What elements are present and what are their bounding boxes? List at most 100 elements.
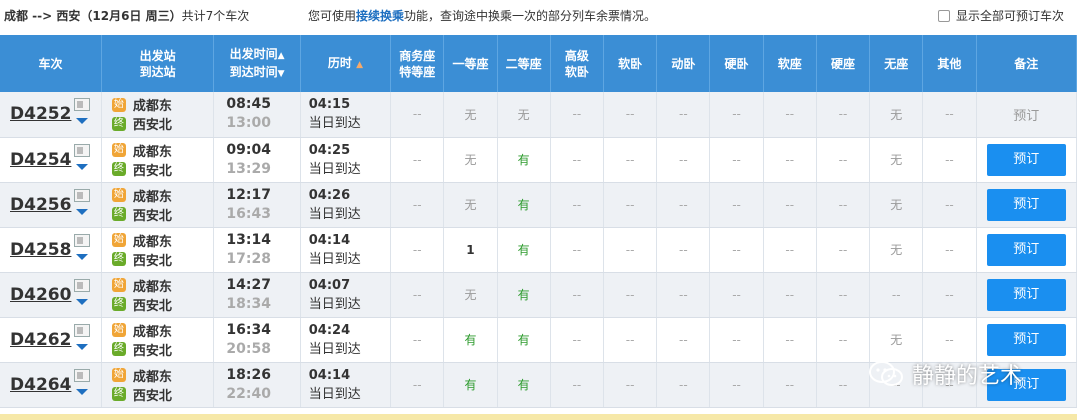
- seat-soft-sleeper: --: [603, 227, 658, 273]
- train-info-icon[interactable]: [74, 278, 90, 292]
- seat-hard-seat: --: [816, 227, 871, 273]
- duration-cell: 04:14 当日到达: [300, 227, 392, 273]
- table-row: D4260 始成都东 终西安北 14:27 18:34 04:07 当日到达 --…: [0, 272, 1077, 318]
- seat-first: 无: [443, 182, 498, 228]
- book-button[interactable]: 预订: [986, 323, 1066, 356]
- train-number-cell: D4264: [0, 362, 102, 408]
- depart-time: 16:34: [226, 321, 271, 338]
- book-button-disabled: 预订: [1013, 108, 1040, 124]
- train-number-cell: D4258: [0, 227, 102, 273]
- show-all-checkbox[interactable]: [938, 10, 950, 22]
- seat-business: --: [390, 137, 445, 183]
- sort-up-icon[interactable]: ▲: [278, 51, 285, 61]
- train-number-link[interactable]: D4258: [10, 240, 71, 260]
- expand-stops-icon[interactable]: [76, 388, 88, 395]
- seat-no-seat: 无: [869, 317, 924, 363]
- transfer-link[interactable]: 接续换乘: [356, 9, 404, 23]
- seat-hard-seat: --: [816, 137, 871, 183]
- seat-other: --: [922, 227, 977, 273]
- times-cell: 14:27 18:34: [213, 272, 301, 318]
- remarks-cell: 预订: [976, 92, 1077, 138]
- seat-other: --: [922, 317, 977, 363]
- train-number-link[interactable]: D4252: [10, 104, 71, 124]
- sort-down-icon[interactable]: ▼: [278, 69, 285, 79]
- seat-advanced-soft-sleeper: --: [550, 362, 605, 408]
- to-station: 西安北: [132, 208, 172, 224]
- seat-hard-seat: --: [816, 182, 871, 228]
- train-info-icon[interactable]: [74, 323, 90, 337]
- seat-other: --: [922, 272, 977, 318]
- seat-moving-sleeper: --: [656, 317, 711, 363]
- book-button[interactable]: 预订: [986, 233, 1066, 266]
- train-number-link[interactable]: D4264: [10, 375, 71, 395]
- book-button[interactable]: 预订: [986, 278, 1066, 311]
- duration: 04:14: [308, 367, 351, 383]
- col-duration[interactable]: 历时 ▲: [300, 35, 392, 92]
- train-info-icon[interactable]: [74, 143, 90, 157]
- train-number-link[interactable]: D4256: [10, 195, 71, 215]
- duration: 04:26: [308, 187, 351, 203]
- seat-hard-seat: --: [816, 272, 871, 318]
- duration-cell: 04:14 当日到达: [300, 362, 392, 408]
- table-row: D4256 始成都东 终西安北 12:17 16:43 04:26 当日到达 --…: [0, 182, 1077, 228]
- seat-first: 无: [443, 272, 498, 318]
- result-header: 成都 --> 西安（12月6日 周三）共计7个车次 您可使用接续换乘功能，查询途…: [0, 0, 1077, 34]
- times-cell: 09:04 13:29: [213, 137, 301, 183]
- expand-stops-icon[interactable]: [76, 298, 88, 305]
- to-station: 西安北: [132, 298, 172, 314]
- train-number-link[interactable]: D4260: [10, 285, 71, 305]
- seat-soft-sleeper: --: [603, 182, 658, 228]
- to-station: 西安北: [132, 163, 172, 179]
- seat-no-seat: 无: [869, 227, 924, 273]
- train-info-icon[interactable]: [74, 98, 90, 111]
- seat-business: --: [390, 92, 445, 138]
- show-all-toggle[interactable]: 显示全部可预订车次: [938, 7, 1064, 24]
- train-number-link[interactable]: D4254: [10, 150, 71, 170]
- seat-moving-sleeper: --: [656, 272, 711, 318]
- seat-business: --: [390, 227, 445, 273]
- arrival-day: 当日到达: [308, 251, 361, 267]
- seat-hard-seat: --: [816, 317, 871, 363]
- expand-stops-icon[interactable]: [76, 343, 88, 350]
- arrival-day: 当日到达: [308, 206, 361, 222]
- expand-stops-icon[interactable]: [76, 208, 88, 215]
- train-info-icon[interactable]: [74, 368, 90, 382]
- train-count: 共计7个车次: [181, 9, 250, 23]
- seat-other: --: [922, 137, 977, 183]
- train-info-icon[interactable]: [74, 233, 90, 247]
- stations-cell: 始成都东 终西安北: [101, 227, 215, 273]
- seat-moving-sleeper: --: [656, 182, 711, 228]
- end-station-icon: 终: [111, 297, 126, 311]
- arrival-day: 当日到达: [308, 161, 361, 177]
- expand-stops-icon[interactable]: [76, 253, 88, 260]
- depart-time: 08:45: [226, 96, 271, 113]
- sort-icon[interactable]: ▲: [356, 60, 363, 70]
- seat-first: 无: [443, 92, 498, 138]
- times-cell: 18:26 22:40: [213, 362, 301, 408]
- expand-stops-icon[interactable]: [76, 163, 88, 170]
- arrival-day: 当日到达: [308, 341, 361, 357]
- seat-advanced-soft-sleeper: --: [550, 92, 605, 138]
- col-hard-sleeper: 硬卧: [709, 35, 764, 92]
- from-station: 成都东: [132, 234, 172, 250]
- seat-soft-sleeper: --: [603, 92, 658, 138]
- arrival-day: 当日到达: [308, 386, 361, 402]
- seat-moving-sleeper: --: [656, 137, 711, 183]
- train-info-icon[interactable]: [74, 188, 90, 202]
- seat-hard-seat: --: [816, 362, 871, 408]
- route-text: 成都 --> 西安（12月6日 周三）: [4, 9, 182, 23]
- expand-stops-icon[interactable]: [76, 118, 88, 124]
- seat-soft-seat: --: [763, 362, 817, 408]
- start-station-icon: 始: [111, 323, 126, 337]
- col-remarks: 备注: [976, 35, 1077, 92]
- book-button[interactable]: 预订: [986, 188, 1066, 221]
- seat-second: 有: [497, 182, 551, 228]
- duration: 04:15: [308, 97, 351, 113]
- seat-hard-sleeper: --: [709, 272, 764, 318]
- train-number-link[interactable]: D4262: [10, 330, 71, 350]
- book-button[interactable]: 预订: [986, 143, 1066, 176]
- col-times[interactable]: 出发时间▲ 到达时间▼: [213, 35, 301, 92]
- train-number-cell: D4262: [0, 317, 102, 363]
- end-station-icon: 终: [111, 207, 126, 221]
- seat-soft-seat: --: [763, 182, 817, 228]
